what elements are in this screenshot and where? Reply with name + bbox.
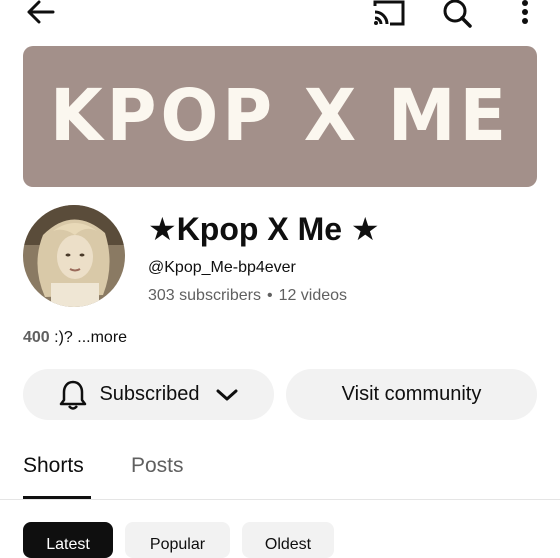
chip-popular-label: Popular: [149, 536, 206, 553]
tab-posts[interactable]: Posts: [131, 454, 184, 478]
more-link[interactable]: ...more: [77, 329, 127, 346]
video-count: 12 videos: [278, 287, 348, 304]
stats-separator: •: [266, 287, 273, 304]
arrow-left-icon: [27, 0, 55, 24]
subscriber-count: 303 subscribers: [148, 287, 261, 304]
visit-community-label: Visit community: [341, 383, 482, 405]
chip-oldest-label: Oldest: [264, 536, 312, 553]
search-icon: [443, 0, 472, 28]
chip-oldest[interactable]: Oldest: [242, 522, 334, 558]
channel-stats: 303 subscribers • 12 videos: [148, 287, 347, 305]
avatar-image: [23, 205, 125, 307]
description-count: 400: [23, 329, 50, 346]
visit-community-button[interactable]: Visit community: [286, 369, 537, 420]
subscribed-label: Subscribed: [99, 383, 200, 405]
channel-description[interactable]: 400 :)? ...more: [23, 329, 127, 347]
avatar[interactable]: [23, 205, 125, 307]
subscribed-button[interactable]: Subscribed: [23, 369, 274, 420]
more-button[interactable]: [515, 0, 535, 26]
more-vert-icon: [522, 0, 528, 24]
tabs-divider: [0, 499, 560, 500]
cast-icon: [373, 0, 405, 26]
chip-popular[interactable]: Popular: [125, 522, 230, 558]
channel-handle: @Kpop_Me-bp4ever: [148, 259, 296, 276]
search-button[interactable]: [441, 0, 473, 28]
back-button[interactable]: [24, 0, 56, 24]
bell-icon: [60, 380, 87, 410]
tab-shorts[interactable]: Shorts: [23, 454, 84, 478]
chip-latest-label: Latest: [46, 536, 90, 553]
banner-text: KPOP X ME: [49, 75, 511, 158]
cast-button[interactable]: [372, 0, 406, 26]
chevron-down-icon: [216, 389, 238, 400]
channel-title: ★Kpop X Me ★: [148, 211, 380, 247]
channel-banner: KPOP X ME: [23, 46, 537, 187]
description-text: :)?: [49, 329, 78, 346]
chip-latest[interactable]: Latest: [23, 522, 113, 558]
